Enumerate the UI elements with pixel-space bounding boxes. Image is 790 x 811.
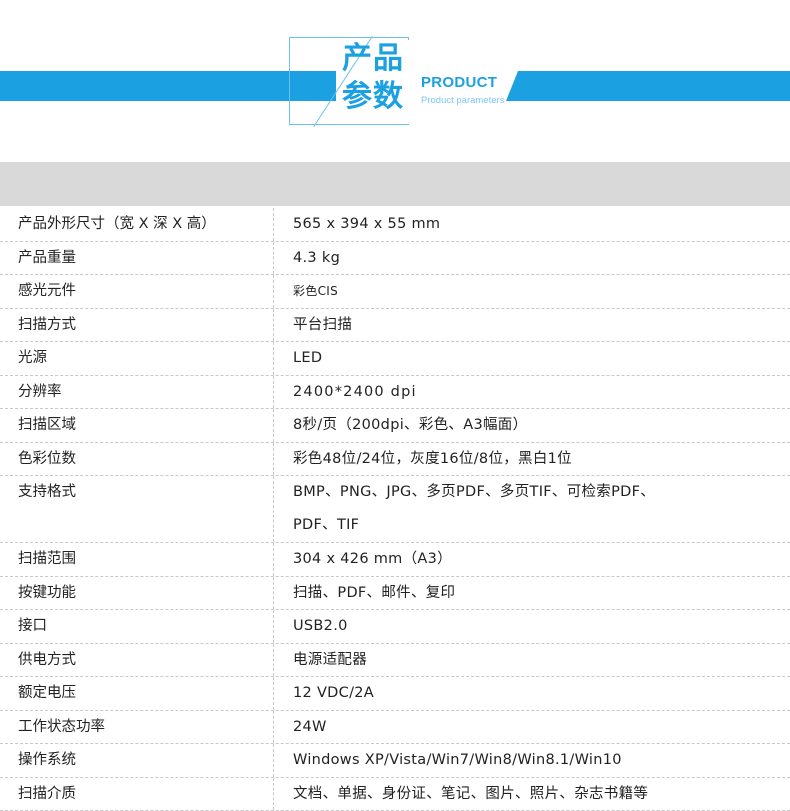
spec-label: 供电方式: [0, 643, 274, 676]
spec-label: 工作状态功率: [0, 710, 274, 743]
spec-label: 按键功能: [0, 576, 274, 609]
table-row: 分辨率 2400*2400 dpi: [0, 375, 790, 409]
table-row: 扫描方式 平台扫描: [0, 308, 790, 342]
table-row: 产品外形尺寸（宽 X 深 X 高） 565 x 394 x 55 mm: [0, 208, 790, 242]
spec-label: 色彩位数: [0, 442, 274, 475]
spec-label: 产品外形尺寸（宽 X 深 X 高）: [0, 208, 274, 241]
table-row: 扫描介质 文档、单据、身份证、笔记、图片、照片、杂志书籍等: [0, 777, 790, 811]
spec-value: 彩色48位/24位，灰度16位/8位，黑白1位: [293, 450, 572, 467]
spec-label: 额定电压: [0, 677, 274, 710]
table-row: 供电方式 电源适配器: [0, 643, 790, 677]
spec-value: 304 x 426 mm（A3）: [293, 551, 452, 567]
header-band-left: [0, 71, 336, 101]
table-row: 接口 USB2.0: [0, 610, 790, 644]
spec-value: LED: [293, 350, 323, 366]
table-row: 额定电压 12 VDC/2A: [0, 677, 790, 711]
spec-value: USB2.0: [293, 618, 348, 634]
spec-table: 产品外形尺寸（宽 X 深 X 高） 565 x 394 x 55 mm 产品重量…: [0, 208, 790, 811]
spec-value: 扫描、PDF、邮件、复印: [293, 584, 456, 601]
header-title-cn-line2: 参数: [342, 79, 404, 114]
table-row: 操作系统 Windows XP/Vista/Win7/Win8/Win8.1/W…: [0, 744, 790, 778]
spec-value: 彩色CIS: [293, 284, 339, 298]
spec-label: 光源: [0, 342, 274, 375]
spec-value: 4.3 kg: [293, 249, 341, 266]
table-row: 产品重量 4.3 kg: [0, 241, 790, 275]
header-title-en: PRODUCT: [421, 74, 498, 91]
spec-value: 电源适配器: [293, 651, 367, 668]
table-row: 支持格式 BMP、PNG、JPG、多页PDF、多页TIF、可检索PDF、 PDF…: [0, 476, 790, 543]
table-row: 扫描范围 304 x 426 mm（A3）: [0, 543, 790, 577]
spec-label: 产品重量: [0, 241, 274, 274]
spec-value: 2400*2400 dpi: [293, 383, 417, 400]
table-row: 光源 LED: [0, 342, 790, 376]
spec-label: 扫描范围: [0, 543, 274, 576]
spec-label: 支持格式: [0, 476, 274, 542]
spec-value: 12 VDC/2A: [293, 685, 374, 701]
spec-label: 扫描介质: [0, 777, 274, 810]
spec-value: 24W: [293, 718, 327, 735]
spec-label: 分辨率: [0, 375, 274, 408]
spec-label: 感光元件: [0, 275, 274, 308]
spec-value: 565 x 394 x 55 mm: [293, 216, 441, 232]
section-header: 产品 参数 PRODUCT Product parameters: [0, 0, 790, 160]
spec-value: 平台扫描: [293, 316, 353, 333]
table-row: 扫描区域 8秒/页（200dpi、彩色、A3幅面）: [0, 409, 790, 443]
spec-label: 扫描方式: [0, 308, 274, 341]
table-row: 工作状态功率 24W: [0, 710, 790, 744]
spec-value: 8秒/页（200dpi、彩色、A3幅面）: [293, 417, 528, 433]
header-subtitle-en: Product parameters: [421, 95, 505, 106]
table-row: 按键功能 扫描、PDF、邮件、复印: [0, 576, 790, 610]
header-title-cn-line1: 产品: [342, 41, 404, 76]
header-band-right: [506, 71, 790, 101]
spec-label: 接口: [0, 610, 274, 643]
spec-value: Windows XP/Vista/Win7/Win8/Win8.1/Win10: [293, 752, 622, 768]
spec-label: 操作系统: [0, 744, 274, 777]
spec-label: 扫描区域: [0, 409, 274, 442]
spec-value: 文档、单据、身份证、笔记、图片、照片、杂志书籍等: [293, 785, 649, 802]
table-header-bar: [0, 162, 790, 206]
table-row: 色彩位数 彩色48位/24位，灰度16位/8位，黑白1位: [0, 442, 790, 476]
spec-value: BMP、PNG、JPG、多页PDF、多页TIF、可检索PDF、 PDF、TIF: [293, 484, 656, 533]
table-row: 感光元件 彩色CIS: [0, 275, 790, 309]
